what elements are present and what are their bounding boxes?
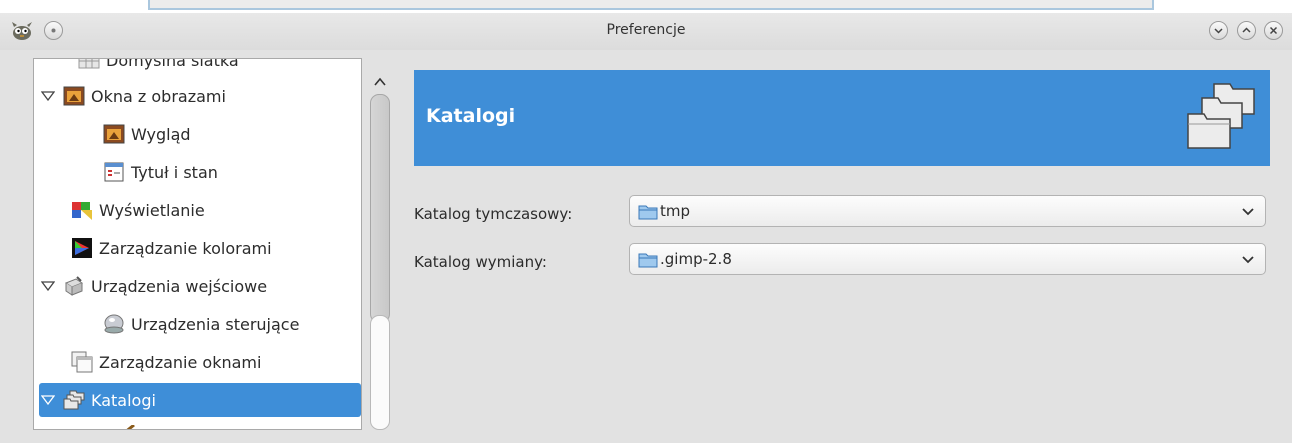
preferences-category-tree[interactable]: Domyślna siatka Okna z obrazami Wygląd T… — [33, 58, 362, 430]
temp-folder-value: tmp — [660, 202, 691, 220]
close-button[interactable] — [1264, 21, 1283, 40]
tree-item-label: Urządzenia wejściowe — [91, 276, 268, 296]
tree-item-label: Urządzenia sterujące — [131, 314, 300, 334]
collapse-triangle-icon[interactable] — [39, 391, 57, 409]
minimize-button[interactable] — [1209, 21, 1228, 40]
chevron-down-icon — [1242, 208, 1254, 216]
folders-icon — [1187, 83, 1255, 149]
grid-icon — [78, 59, 100, 69]
page-header: Katalogi — [414, 70, 1270, 166]
scrollbar-thumb[interactable] — [370, 94, 390, 323]
window-title: Preferencje — [606, 22, 686, 38]
tree-item-title-status[interactable]: Tytuł i stan — [103, 155, 218, 189]
title-status-icon — [104, 162, 124, 182]
folder-icon — [638, 205, 658, 220]
tree-item-label: Tytuł i stan — [131, 162, 218, 182]
chevron-down-icon — [1242, 256, 1254, 264]
maximize-icon — [1242, 27, 1251, 33]
tree-item-input-controllers[interactable]: Urządzenia sterujące — [103, 307, 299, 341]
tree-item-label: Wyświetlanie — [99, 200, 205, 220]
page-title: Katalogi — [426, 105, 516, 127]
maximize-button[interactable] — [1237, 21, 1256, 40]
collapse-triangle-icon[interactable] — [39, 277, 57, 295]
folder-icon — [638, 253, 658, 268]
tree-scrollbar[interactable] — [368, 72, 392, 430]
background-window-edge — [148, 0, 1154, 10]
window-management-icon — [71, 351, 93, 373]
color-management-icon — [72, 238, 92, 258]
tree-item-appearance[interactable]: Wygląd — [103, 117, 191, 151]
scroll-up-arrow-icon[interactable] — [372, 76, 388, 88]
folders-icon — [63, 390, 85, 410]
display-icon — [72, 202, 92, 220]
swap-folder-chooser[interactable]: .gimp-2.8 — [629, 243, 1266, 275]
tree-item-label: Katalogi — [91, 390, 156, 410]
input-devices-icon — [64, 276, 84, 296]
tree-item-display[interactable]: Wyświetlanie — [71, 193, 205, 227]
tree-item-window-management[interactable]: Zarządzanie oknami — [71, 345, 261, 379]
tree-item-image-windows[interactable]: Okna z obrazami — [39, 79, 226, 113]
tree-item-default-grid[interactable]: Domyślna siatka — [78, 58, 239, 77]
next-item-icon — [126, 425, 135, 429]
image-window-icon — [63, 86, 85, 106]
tree-item-folders[interactable]: Katalogi — [39, 383, 361, 417]
tree-item-label: Wygląd — [131, 124, 191, 144]
collapse-triangle-icon[interactable] — [39, 87, 57, 105]
temp-folder-label: Katalog tymczasowy: — [414, 205, 573, 223]
close-icon — [1269, 26, 1278, 35]
input-controllers-icon — [104, 314, 124, 334]
tree-item-input-devices[interactable]: Urządzenia wejściowe — [39, 269, 267, 303]
tree-item-label: Zarządzanie kolorami — [99, 238, 272, 258]
temp-folder-chooser[interactable]: tmp — [629, 195, 1266, 227]
tree-item-label: Zarządzanie oknami — [99, 352, 262, 372]
swap-folder-label: Katalog wymiany: — [414, 253, 547, 271]
tree-item-color-management[interactable]: Zarządzanie kolorami — [71, 231, 272, 265]
tree-item-label: Domyślna siatka — [106, 58, 239, 70]
appearance-icon — [103, 124, 125, 144]
tree-item-label: Okna z obrazami — [91, 86, 226, 106]
swap-folder-value: .gimp-2.8 — [660, 250, 732, 268]
titlebar[interactable]: Preferencje — [0, 13, 1292, 50]
scrollbar-track[interactable] — [370, 315, 390, 430]
minimize-icon — [1214, 28, 1223, 34]
